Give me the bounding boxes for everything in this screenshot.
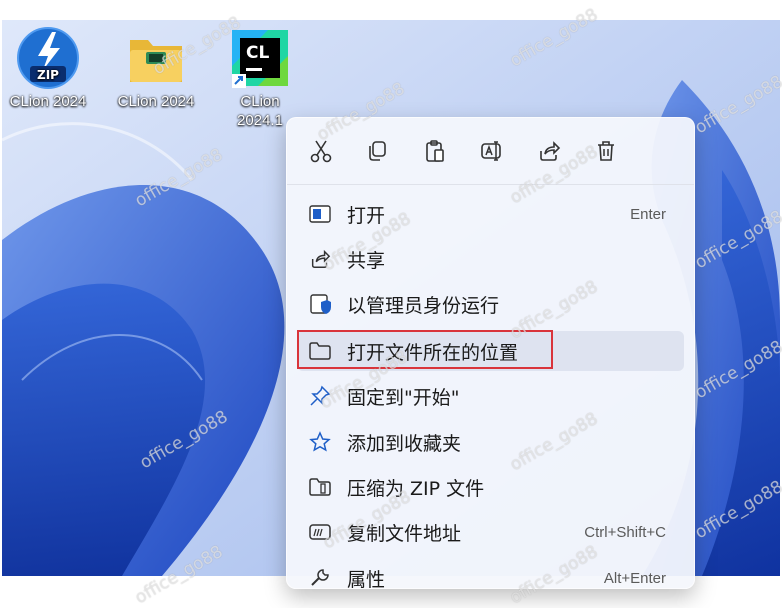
cut-icon: [310, 140, 332, 163]
share-button[interactable]: [532, 135, 566, 167]
menu-item-label: 添加到收藏夹: [347, 432, 462, 455]
clion-app-icon: CL: [228, 26, 292, 90]
open-icon: [307, 201, 333, 227]
menu-item-label: 以管理员身份运行: [347, 294, 500, 317]
shield-icon: [307, 291, 333, 317]
svg-text:ZIP: ZIP: [37, 68, 59, 82]
paste-button[interactable]: [418, 135, 452, 167]
menu-item-label: 固定到"开始": [347, 386, 460, 409]
context-menu: 打开 Enter 共享 以管理员身份运行 打开文件所在的位置 固定到"开始" 添…: [286, 117, 695, 589]
quick-action-bar: [287, 118, 694, 185]
desktop-icon-label: CLion 2024: [117, 93, 195, 110]
rename-icon: [481, 141, 501, 161]
star-icon: [307, 429, 333, 455]
menu-item-properties[interactable]: 属性 Alt+Enter: [297, 558, 684, 589]
desktop-icon-label-line1: CLion: [240, 93, 280, 110]
desktop-icon-folder[interactable]: CLion 2024: [116, 26, 196, 111]
desktop-icon-zip[interactable]: ZIP CLion 2024: [8, 26, 88, 111]
menu-item-label: 打开文件所在的位置: [347, 341, 519, 364]
cut-button[interactable]: [304, 135, 338, 167]
folder-icon: [124, 26, 188, 90]
menu-item-label: 压缩为 ZIP 文件: [347, 477, 485, 500]
wrench-icon: [307, 565, 333, 588]
menu-item-label: 复制文件地址: [347, 522, 462, 545]
copy-icon: [369, 141, 386, 161]
menu-item-compress-zip[interactable]: 压缩为 ZIP 文件: [297, 467, 684, 507]
menu-item-copy-path[interactable]: 复制文件地址 Ctrl+Shift+C: [297, 512, 684, 552]
menu-item-label: 共享: [347, 249, 386, 272]
paste-icon: [426, 140, 444, 162]
zip-icon: [307, 474, 333, 500]
menu-item-open[interactable]: 打开 Enter: [297, 194, 684, 234]
menu-item-label: 打开: [347, 204, 386, 227]
menu-item-shortcut: Alt+Enter: [603, 569, 666, 587]
menu-item-add-to-favorites[interactable]: 添加到收藏夹: [297, 422, 684, 462]
copy-path-icon: [307, 519, 333, 545]
svg-text:CL: CL: [246, 43, 269, 63]
menu-item-open-file-location[interactable]: 打开文件所在的位置: [297, 331, 684, 371]
folder-icon: [307, 338, 333, 364]
menu-item-share[interactable]: 共享: [297, 239, 684, 279]
menu-item-shortcut: Enter: [630, 205, 666, 223]
rename-button[interactable]: [475, 135, 509, 167]
delete-icon: [598, 141, 614, 161]
menu-item-run-as-admin[interactable]: 以管理员身份运行: [297, 284, 684, 324]
copy-button[interactable]: [360, 135, 394, 167]
menu-item-pin-to-start[interactable]: 固定到"开始": [297, 376, 684, 416]
desktop-icon-label: CLion 2024: [9, 93, 87, 110]
pin-icon: [307, 383, 333, 409]
delete-button[interactable]: [589, 135, 623, 167]
desktop-icon-clion[interactable]: CL CLion 2024.1: [220, 26, 300, 130]
zip-archive-icon: ZIP: [16, 26, 80, 90]
share-icon: [540, 141, 561, 161]
share-icon: [307, 246, 333, 272]
menu-item-shortcut: Ctrl+Shift+C: [584, 523, 666, 541]
menu-item-label: 属性: [347, 568, 386, 589]
